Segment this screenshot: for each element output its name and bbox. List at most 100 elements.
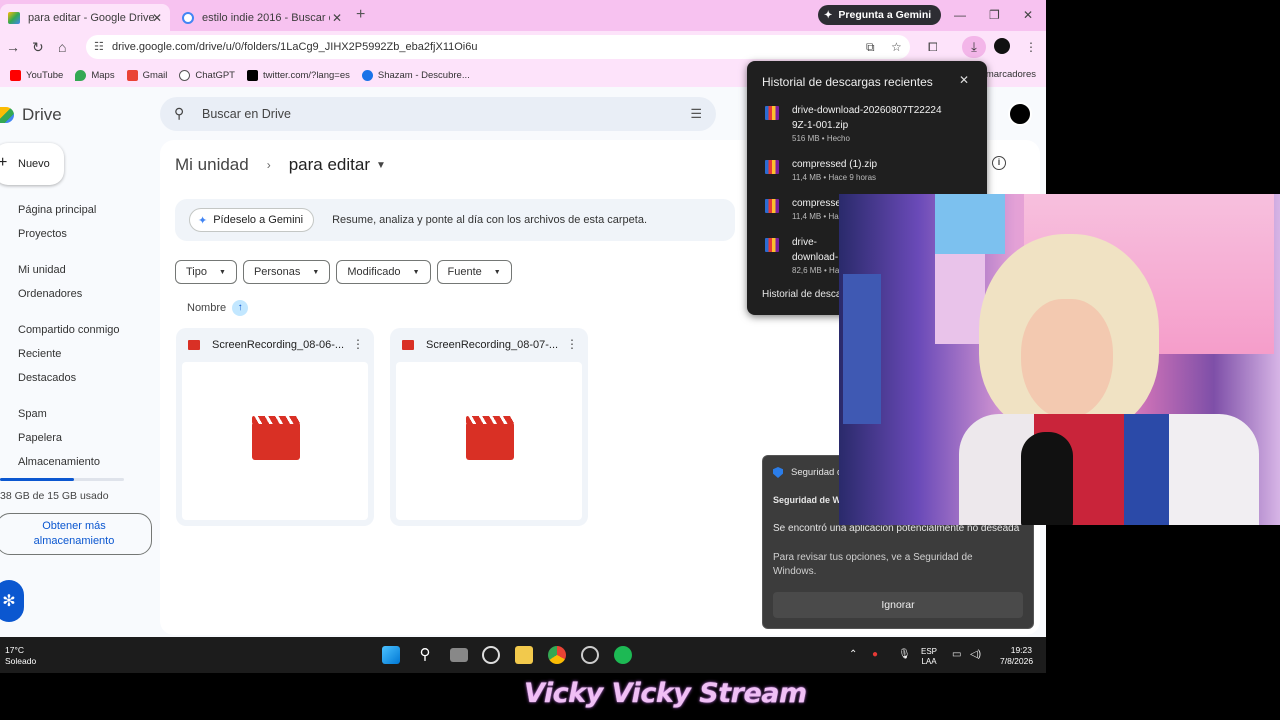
info-icon[interactable]: i [992, 156, 1006, 170]
bookmark-chatgpt[interactable]: ChatGPT [179, 69, 235, 81]
address-bar[interactable]: ☷ drive.google.com/drive/u/0/folders/1La… [86, 35, 910, 59]
tab-drive[interactable]: para editar - Google Drive ✕ [0, 4, 170, 31]
drive-logo[interactable]: Drive [0, 105, 62, 125]
dropdown-icon: ▼ [493, 268, 501, 276]
get-more-storage-button[interactable]: Obtener más almacenamiento [0, 513, 152, 555]
sidebar-item-label: Destacados [18, 372, 77, 384]
chevron-right-icon: › [266, 158, 271, 172]
x-icon [247, 69, 258, 81]
new-tab-icon[interactable]: + [356, 6, 365, 24]
download-item[interactable]: compressed (1).zip 11,4 MB • Hace 9 hora… [762, 157, 977, 182]
home-icon[interactable]: ⌂ [58, 39, 66, 55]
ignore-button[interactable]: Ignorar [773, 592, 1023, 618]
chevron-down-icon[interactable]: ▼ [376, 160, 386, 171]
profile-avatar[interactable] [994, 38, 1010, 54]
bookmark-gmail[interactable]: Gmail [126, 69, 167, 81]
microphone [1021, 432, 1073, 525]
sidebar-item-shared[interactable]: Compartido conmigo [0, 318, 150, 342]
search-input[interactable]: ⚲ Buscar en Drive ☰ [160, 97, 716, 131]
download-history-link[interactable]: Historial de desca [762, 289, 841, 300]
file-thumbnail[interactable] [182, 362, 368, 520]
all-bookmarks-link[interactable]: marcadores [986, 69, 1036, 80]
site-settings-icon[interactable]: ☷ [94, 40, 104, 53]
bookmark-shazam[interactable]: Shazam - Descubre... [361, 69, 470, 81]
file-thumbnail[interactable] [396, 362, 582, 520]
bookmark-star-icon[interactable]: ☆ [891, 40, 902, 54]
drive-favicon-icon [8, 11, 20, 24]
download-name: drive-download-20260807T222249Z-1-001.zi… [792, 105, 942, 131]
language-region: LAA [921, 657, 937, 666]
task-view-icon[interactable] [450, 648, 468, 662]
volume-icon[interactable]: ◁) [970, 649, 981, 660]
chatgpt-app-icon[interactable] [482, 646, 500, 664]
sidebar-item-home[interactable]: Página principal [0, 198, 150, 222]
search-icon[interactable]: ⚲ [416, 646, 434, 664]
download-item[interactable]: drive-download-20260807T222249Z-1-001.zi… [762, 103, 977, 143]
filter-people[interactable]: Personas ▼ [242, 260, 331, 284]
sidebar-item-storage[interactable]: Almacenamiento [0, 450, 150, 474]
search-options-icon[interactable]: ☰ [690, 106, 702, 122]
clapperboard-icon [466, 416, 514, 460]
extensions-icon[interactable]: ⧠ [928, 40, 938, 55]
chip-label: Modificado [347, 266, 401, 278]
tab-search[interactable]: estilo indie 2016 - Buscar con G ✕ [174, 4, 350, 31]
bookmark-youtube[interactable]: YouTube [10, 69, 64, 81]
sidebar-item-spam[interactable]: Spam [0, 402, 150, 426]
bookmark-label: YouTube [26, 69, 64, 81]
sidebar-item-trash[interactable]: Papelera [0, 426, 150, 450]
filter-source[interactable]: Fuente ▼ [436, 260, 512, 284]
chevron-up-icon[interactable]: ⌃ [849, 649, 857, 660]
sidebar-item-my-drive[interactable]: Mi unidad [0, 258, 150, 282]
more-actions-icon[interactable]: ⋮ [566, 337, 578, 351]
account-avatar[interactable] [1008, 102, 1032, 126]
gemini-star-icon: ✦ [198, 214, 208, 227]
security-tray-icon[interactable]: ● [872, 649, 878, 660]
sort-arrow-up-icon[interactable]: ↑ [232, 300, 249, 316]
download-name: compressed (1).zip [792, 159, 878, 170]
poster [935, 254, 985, 344]
close-icon[interactable]: ✕ [959, 73, 969, 87]
file-card-header: ScreenRecording_08-06-... ⋮ [176, 328, 374, 362]
weather-widget[interactable]: 17°C Soleado [5, 645, 36, 667]
start-windows-icon[interactable] [382, 646, 400, 664]
language-indicator[interactable]: ESP LAA [921, 647, 937, 667]
close-tab-icon[interactable]: ✕ [332, 11, 342, 25]
filter-type[interactable]: Tipo ▼ [175, 260, 237, 284]
file-card[interactable]: ScreenRecording_08-07-... ⋮ [390, 328, 588, 526]
breadcrumb-root[interactable]: Mi unidad [175, 155, 249, 175]
sidebar-item-starred[interactable]: Destacados [0, 366, 150, 390]
breadcrumb-current[interactable]: para editar [289, 155, 370, 175]
sidebar-item-recent[interactable]: Reciente [0, 342, 150, 366]
reload-icon[interactable]: ↻ [32, 39, 44, 56]
app-icon[interactable] [581, 646, 599, 664]
chrome-icon[interactable] [548, 646, 566, 664]
minimize-icon[interactable]: — [954, 8, 966, 22]
install-app-icon[interactable]: ⧉ [866, 40, 875, 55]
sidebar-item-projects[interactable]: Proyectos [0, 222, 150, 246]
microphone-icon[interactable]: 🎙 [898, 649, 911, 660]
close-window-icon[interactable]: ✕ [1023, 8, 1033, 22]
sidebar-group-1: Página principal Proyectos [0, 198, 150, 246]
filter-modified[interactable]: Modificado ▼ [336, 260, 431, 284]
ask-gemini-button[interactable]: ✦ Pregunta a Gemini [818, 5, 942, 25]
bookmark-twitter[interactable]: twitter.com/?lang=es [247, 69, 350, 81]
settings-gear-icon[interactable]: ✻ [0, 580, 24, 622]
file-card[interactable]: ScreenRecording_08-06-... ⋮ [176, 328, 374, 526]
sidebar-item-label: Almacenamiento [18, 456, 100, 468]
new-button[interactable]: + Nuevo [0, 143, 64, 185]
restore-icon[interactable]: ❐ [989, 8, 1000, 22]
forward-icon[interactable]: → [6, 39, 20, 55]
close-tab-icon[interactable]: ✕ [152, 11, 162, 25]
more-actions-icon[interactable]: ⋮ [352, 337, 364, 351]
clock[interactable]: 19:23 7/8/2026 [1000, 645, 1033, 667]
sort-header[interactable]: Nombre ↑ [187, 300, 249, 316]
network-icon[interactable]: ▭ [952, 649, 961, 660]
ask-gemini-pill[interactable]: ✦ Pídeselo a Gemini [189, 208, 315, 232]
spotify-icon[interactable] [614, 646, 632, 664]
bookmark-maps[interactable]: Maps [75, 69, 115, 81]
clapperboard-icon [252, 416, 300, 460]
file-explorer-icon[interactable] [515, 646, 533, 664]
menu-dots-icon[interactable]: ⋮ [1025, 40, 1037, 54]
downloads-icon[interactable]: ⤓ [962, 36, 986, 58]
sidebar-item-computers[interactable]: Ordenadores [0, 282, 150, 306]
